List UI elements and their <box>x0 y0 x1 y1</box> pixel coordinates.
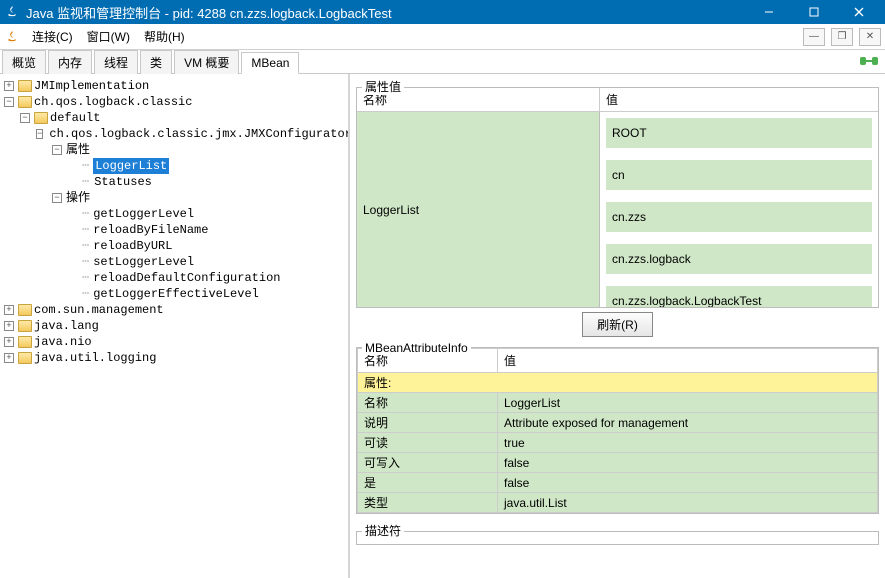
mbean-tree[interactable]: +JMImplementation −ch.qos.logback.classi… <box>2 78 346 366</box>
collapse-icon[interactable]: − <box>4 97 14 107</box>
tab-bar: 概览 内存 线程 类 VM 概要 MBean <box>0 50 885 74</box>
tree-op[interactable]: getLoggerLevel <box>93 206 194 222</box>
menubar: 连接(C) 窗口(W) 帮助(H) — ❐ ✕ <box>0 24 885 50</box>
close-button[interactable] <box>836 0 881 24</box>
info-label: 可读 <box>358 433 498 453</box>
info-label: 类型 <box>358 493 498 513</box>
mdi-restore-button[interactable]: ❐ <box>831 28 853 46</box>
minimize-button[interactable] <box>746 0 791 24</box>
folder-icon <box>18 96 32 108</box>
tree-node[interactable]: default <box>50 110 100 126</box>
info-row-attr: 属性: <box>358 373 878 393</box>
descriptor-section: 描述符 <box>356 522 879 545</box>
list-item[interactable]: ROOT <box>606 118 872 148</box>
tab-mbean[interactable]: MBean <box>241 52 299 74</box>
tree-node[interactable]: com.sun.management <box>34 302 164 318</box>
expand-icon[interactable]: + <box>4 81 14 91</box>
expand-icon[interactable]: + <box>4 353 14 363</box>
folder-icon <box>34 112 48 124</box>
tree-node-attributes[interactable]: 属性 <box>66 142 90 158</box>
expand-icon[interactable]: + <box>4 321 14 331</box>
info-value: false <box>498 473 878 493</box>
folder-icon <box>18 304 32 316</box>
tree-node[interactable]: ch.qos.logback.classic <box>34 94 192 110</box>
attr-name-cell: LoggerList <box>357 112 600 307</box>
tree-op[interactable]: setLoggerLevel <box>93 254 194 270</box>
info-value: false <box>498 453 878 473</box>
tree-node[interactable]: java.lang <box>34 318 99 334</box>
attr-value-list[interactable]: ROOT cn cn.zzs cn.zzs.logback cn.zzs.log… <box>600 112 878 307</box>
refresh-button[interactable]: 刷新(R) <box>582 312 653 337</box>
folder-icon <box>18 336 32 348</box>
list-item[interactable]: cn.zzs.logback <box>606 244 872 274</box>
info-label: 是 <box>358 473 498 493</box>
tab-classes[interactable]: 类 <box>140 50 172 74</box>
info-label: 名称 <box>358 393 498 413</box>
folder-icon <box>18 352 32 364</box>
mdi-minimize-button[interactable]: — <box>803 28 825 46</box>
list-item[interactable]: cn.zzs.logback.LogbackTest <box>606 286 872 307</box>
tree-node[interactable]: java.util.logging <box>34 350 156 366</box>
collapse-icon[interactable]: − <box>52 145 62 155</box>
list-item[interactable]: cn.zzs <box>606 202 872 232</box>
mdi-close-button[interactable]: ✕ <box>859 28 881 46</box>
info-value: Attribute exposed for management <box>498 413 878 433</box>
tree-node[interactable]: JMImplementation <box>34 78 149 94</box>
mbean-tree-pane[interactable]: +JMImplementation −ch.qos.logback.classi… <box>0 74 350 578</box>
titlebar: Java 监视和管理控制台 - pid: 4288 cn.zzs.logback… <box>0 0 885 24</box>
collapse-icon[interactable]: − <box>36 129 43 139</box>
collapse-icon[interactable]: − <box>52 193 62 203</box>
detail-pane: 属性值 名称 值 LoggerList ROOT cn cn.zzs cn.zz… <box>350 74 885 578</box>
tab-threads[interactable]: 线程 <box>94 50 138 74</box>
info-value: true <box>498 433 878 453</box>
info-label: 说明 <box>358 413 498 433</box>
tree-node[interactable]: java.nio <box>34 334 92 350</box>
tab-vm[interactable]: VM 概要 <box>174 50 239 74</box>
info-value: java.util.List <box>498 493 878 513</box>
section-title: MBeanAttributeInfo <box>362 341 471 355</box>
col-value: 值 <box>498 349 878 373</box>
menu-help[interactable]: 帮助(H) <box>138 26 191 47</box>
folder-icon <box>18 320 32 332</box>
tree-node-statuses[interactable]: Statuses <box>93 174 153 190</box>
section-title: 属性值 <box>362 78 404 95</box>
tab-memory[interactable]: 内存 <box>48 50 92 74</box>
tree-op[interactable]: getLoggerEffectiveLevel <box>93 286 259 302</box>
tree-node-operations[interactable]: 操作 <box>66 190 90 206</box>
collapse-icon[interactable]: − <box>20 113 30 123</box>
maximize-button[interactable] <box>791 0 836 24</box>
tab-overview[interactable]: 概览 <box>2 50 46 74</box>
menu-window[interactable]: 窗口(W) <box>81 26 136 47</box>
tree-node[interactable]: ch.qos.logback.classic.jmx.JMXConfigurat… <box>49 126 350 142</box>
menu-connect[interactable]: 连接(C) <box>26 26 79 47</box>
tree-op[interactable]: reloadByURL <box>93 238 172 254</box>
tree-node-loggerlist[interactable]: LoggerList <box>93 158 169 174</box>
tree-op[interactable]: reloadByFileName <box>93 222 208 238</box>
java-icon <box>4 29 20 45</box>
expand-icon[interactable]: + <box>4 337 14 347</box>
attribute-value-section: 属性值 名称 值 LoggerList ROOT cn cn.zzs cn.zz… <box>356 78 879 341</box>
mbean-info-section: MBeanAttributeInfo 名称 值 属性: 名称LoggerList… <box>356 341 879 514</box>
connection-status-icon <box>859 53 879 69</box>
col-value: 值 <box>600 88 878 111</box>
list-item[interactable]: cn <box>606 160 872 190</box>
expand-icon[interactable]: + <box>4 305 14 315</box>
tree-op[interactable]: reloadDefaultConfiguration <box>93 270 280 286</box>
info-label: 可写入 <box>358 453 498 473</box>
window-title: Java 监视和管理控制台 - pid: 4288 cn.zzs.logback… <box>26 3 746 22</box>
java-icon <box>4 4 20 20</box>
section-title: 描述符 <box>362 522 404 539</box>
folder-icon <box>18 80 32 92</box>
info-value: LoggerList <box>498 393 878 413</box>
